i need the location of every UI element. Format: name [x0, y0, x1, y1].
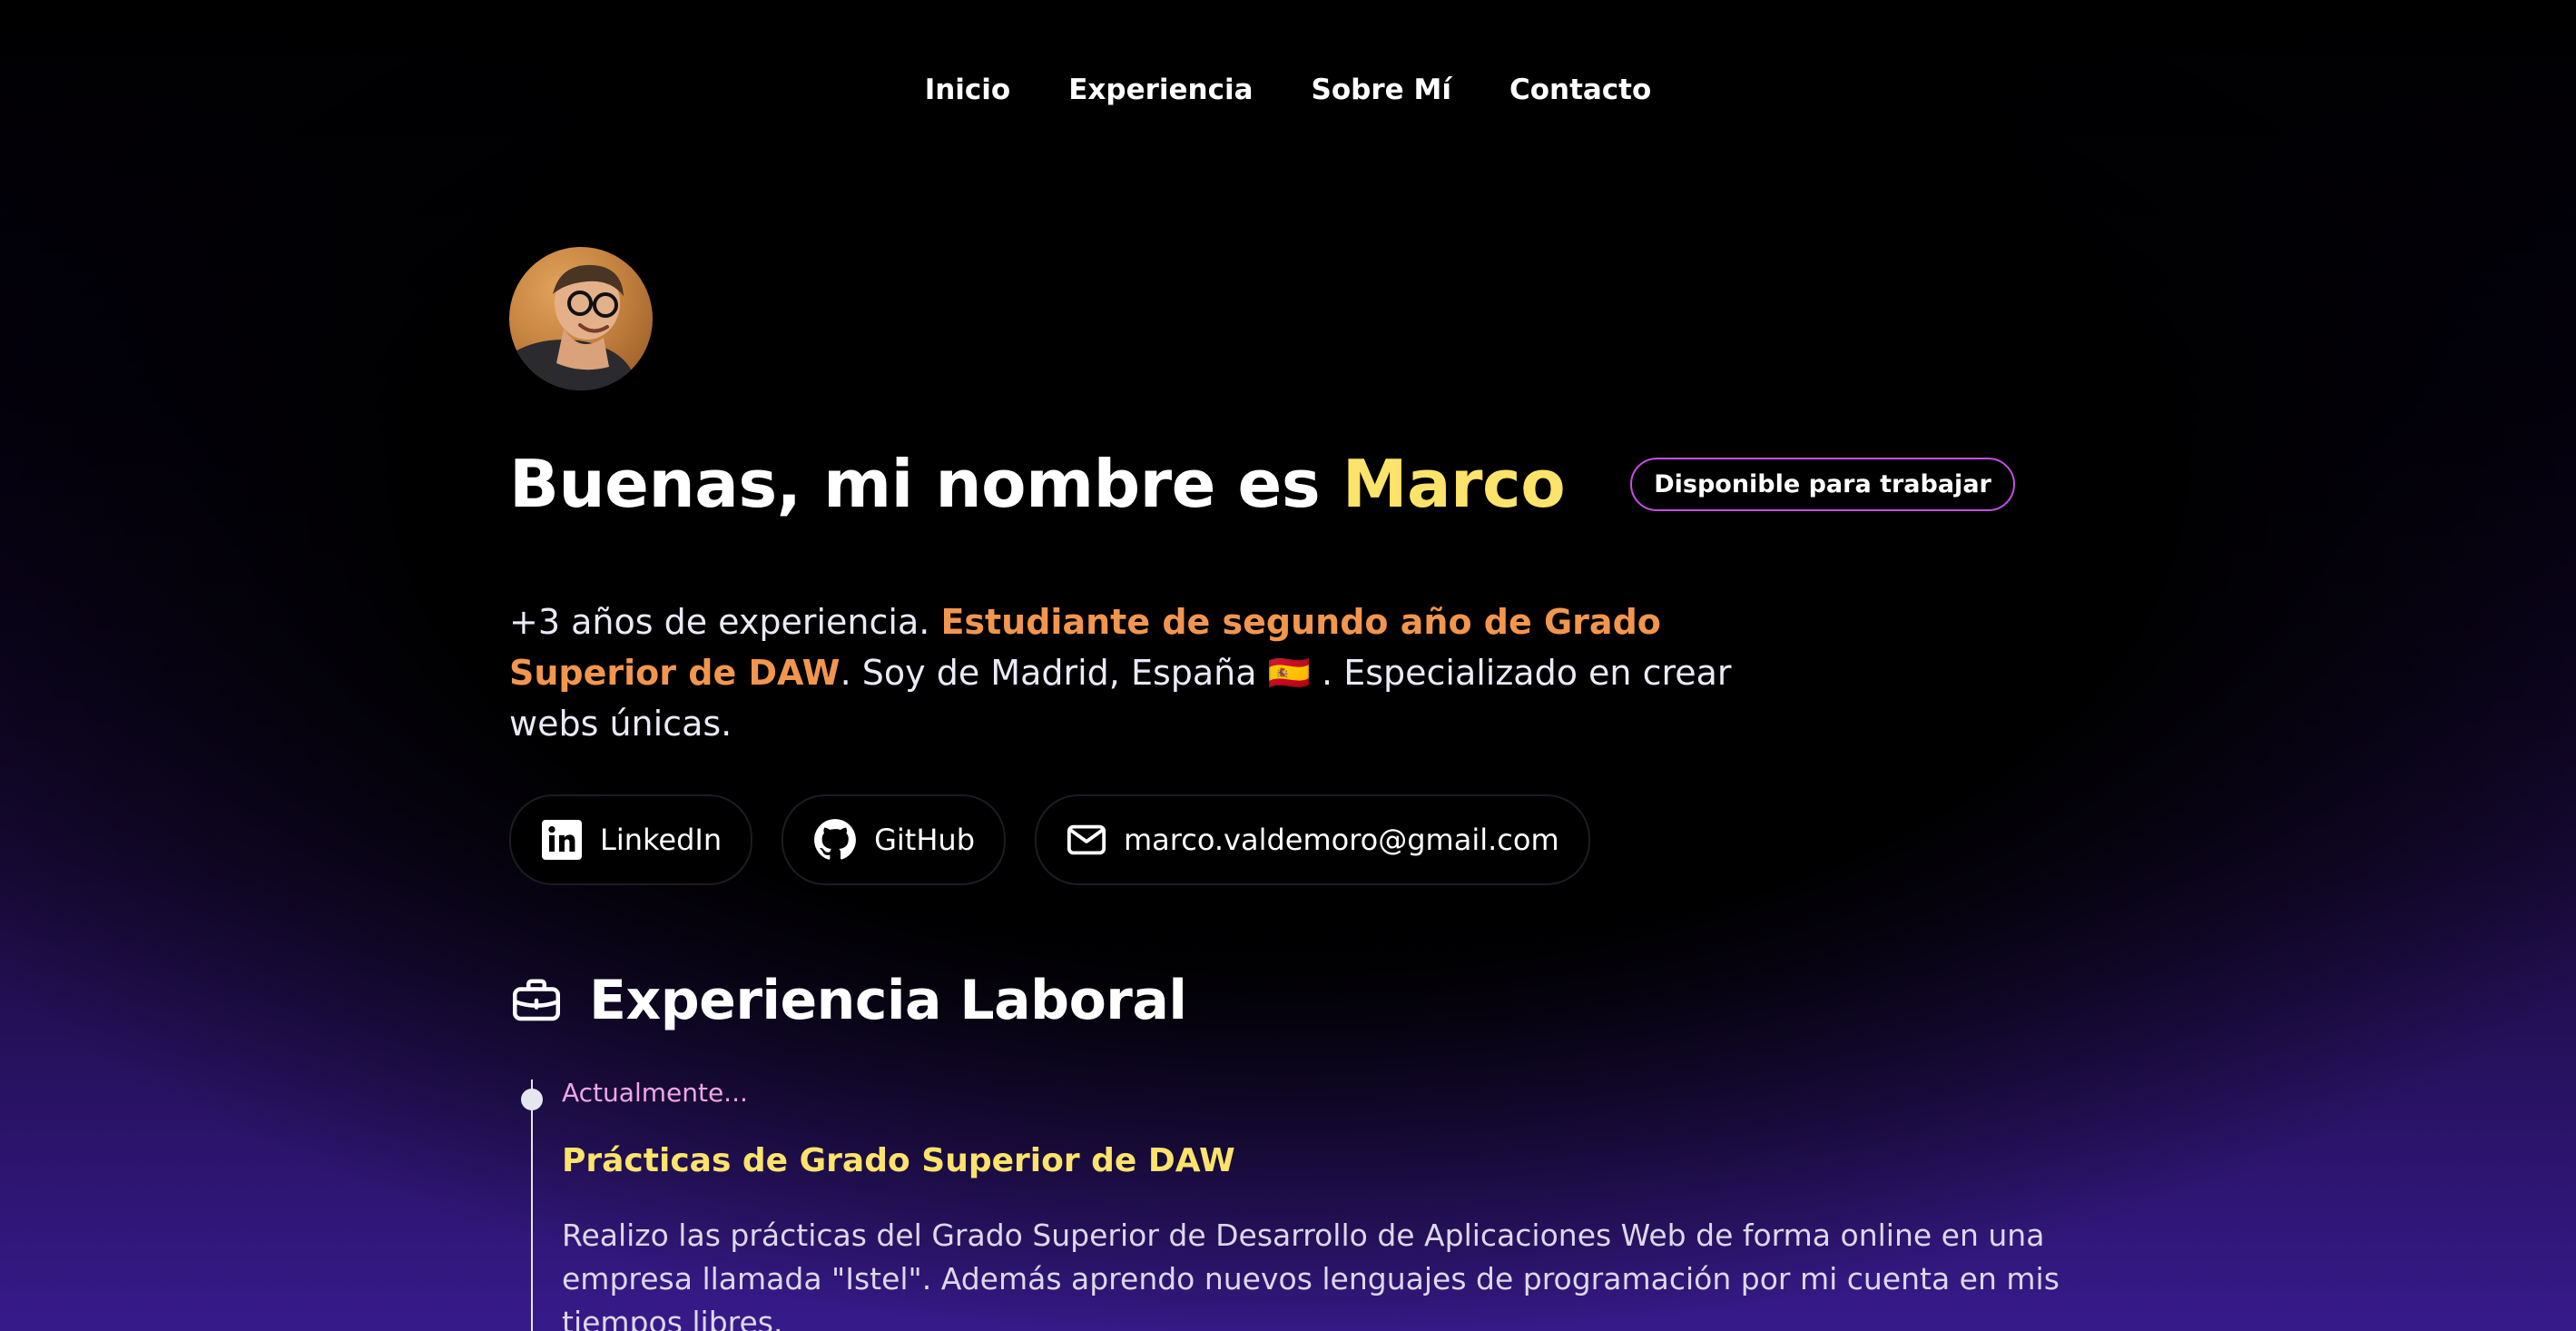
timeline-date: Actualmente... [562, 1078, 748, 1109]
mail-icon [1067, 824, 1106, 855]
experience-timeline: Actualmente... Prácticas de Grado Superi… [509, 1078, 2070, 1331]
timeline-line [531, 1080, 533, 1331]
page: Inicio Experiencia Sobre Mí Contacto Bue… [0, 0, 2576, 1331]
main-content: Buenas, mi nombre es Marco Disponible pa… [509, 247, 2070, 1331]
github-icon [814, 819, 857, 860]
hero-title: Buenas, mi nombre es Marco [509, 446, 1566, 522]
nav-list: Inicio Experiencia Sobre Mí Contacto [925, 74, 1652, 106]
hero-bio: +3 años de experiencia. Estudiante de se… [509, 596, 1816, 749]
github-button[interactable]: GitHub [782, 794, 1006, 886]
hero-title-name: Marco [1342, 446, 1566, 522]
social-links: LinkedIn GitHub marco.valdemoro@gmail.co… [509, 794, 2070, 886]
linkedin-button[interactable]: LinkedIn [509, 794, 753, 886]
experience-header: Experiencia Laboral [509, 969, 2070, 1032]
avatar [509, 247, 653, 390]
spain-flag-icon: 🇪🇸 [1267, 653, 1311, 694]
avatar-photo [509, 264, 634, 390]
nav-link-sobre-mi[interactable]: Sobre Mí [1312, 74, 1451, 106]
linkedin-icon [542, 820, 582, 861]
nav-link-contacto[interactable]: Contacto [1509, 74, 1651, 106]
timeline-dot [521, 1089, 543, 1111]
availability-badge: Disponible para trabajar [1630, 458, 2015, 512]
nav-link-experiencia[interactable]: Experiencia [1068, 74, 1253, 106]
briefcase-icon [513, 979, 560, 1021]
hero-title-prefix: Buenas, mi nombre es [509, 446, 1321, 522]
bio-location: . Soy de Madrid, España [840, 653, 1257, 694]
top-nav: Inicio Experiencia Sobre Mí Contacto [0, 0, 2576, 186]
hero-title-row: Buenas, mi nombre es Marco Disponible pa… [509, 446, 2070, 522]
experience-title: Experiencia Laboral [589, 969, 1187, 1033]
email-button[interactable]: marco.valdemoro@gmail.com [1035, 794, 1590, 886]
timeline-role: Prácticas de Grado Superior de DAW [562, 1142, 1235, 1180]
timeline-description: Realizo las prácticas del Grado Superior… [562, 1218, 2060, 1331]
nav-link-inicio[interactable]: Inicio [925, 74, 1011, 106]
github-label: GitHub [874, 823, 975, 858]
linkedin-label: LinkedIn [600, 823, 723, 858]
email-label: marco.valdemoro@gmail.com [1124, 823, 1559, 858]
bio-intro: +3 años de experiencia. [509, 602, 930, 643]
